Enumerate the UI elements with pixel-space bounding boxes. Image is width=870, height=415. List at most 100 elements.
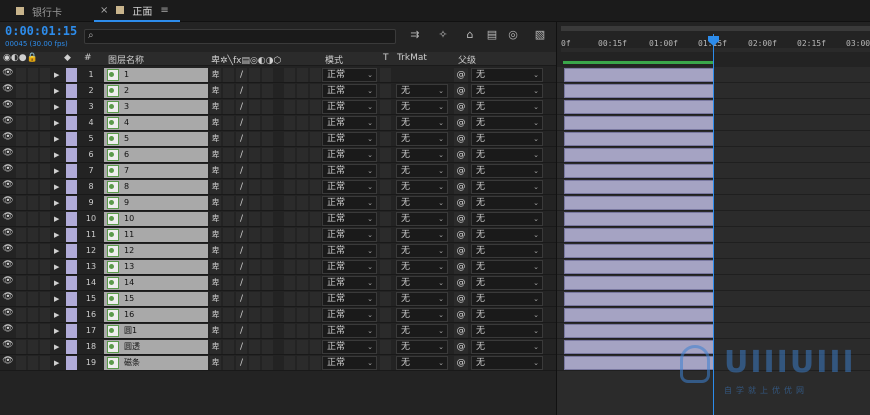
preserve-transparency[interactable] — [380, 164, 391, 178]
frame-blend-switch[interactable] — [262, 84, 273, 98]
eye-icon[interactable]: 👁 — [2, 340, 14, 354]
layer-name[interactable]: 5 — [104, 132, 208, 146]
pick-whip-icon[interactable]: @ — [454, 212, 468, 226]
parent-select[interactable]: 无 ⌄ — [471, 340, 543, 354]
layer-name[interactable]: 1 — [104, 68, 208, 82]
effects-switch[interactable] — [249, 68, 260, 82]
preserve-transparency[interactable] — [380, 356, 391, 370]
label-color[interactable] — [66, 228, 77, 242]
frame-blend-switch[interactable] — [262, 308, 273, 322]
quality-icon[interactable]: / — [236, 308, 247, 322]
preserve-transparency[interactable] — [380, 244, 391, 258]
preserve-transparency[interactable] — [380, 180, 391, 194]
preserve-transparency[interactable] — [380, 276, 391, 290]
pick-whip-icon[interactable]: @ — [454, 308, 468, 322]
effects-switch[interactable] — [249, 164, 260, 178]
tab-menu-icon[interactable]: ≡ — [160, 5, 168, 16]
solo-switch[interactable] — [28, 164, 38, 178]
pick-whip-icon[interactable]: @ — [454, 84, 468, 98]
effects-switch[interactable] — [249, 212, 260, 226]
layer-row[interactable]: 👁 ▶ 12 12 卑 / 正常 ⌄ 无 ⌄ @ 无 ⌄ — [0, 243, 557, 259]
lock-switch[interactable] — [40, 84, 50, 98]
preserve-transparency[interactable] — [380, 100, 391, 114]
collapse-switch[interactable] — [223, 260, 234, 274]
trkmat-select[interactable]: 无 ⌄ — [396, 116, 448, 130]
motion-blur-switch[interactable] — [284, 244, 295, 258]
motion-blur-switch[interactable] — [284, 324, 295, 338]
layer-duration-bar[interactable] — [564, 68, 714, 82]
solo-switch[interactable] — [28, 212, 38, 226]
layer-row[interactable]: 👁 ▶ 10 10 卑 / 正常 ⌄ 无 ⌄ @ 无 ⌄ — [0, 211, 557, 227]
effects-switch[interactable] — [249, 292, 260, 306]
lock-switch[interactable] — [40, 356, 50, 370]
collapse-switch[interactable] — [223, 116, 234, 130]
motion-blur-switch[interactable] — [284, 148, 295, 162]
trkmat-select[interactable]: 无 ⌄ — [396, 308, 448, 322]
quality-icon[interactable]: / — [236, 180, 247, 194]
collapse-switch[interactable] — [223, 212, 234, 226]
frame-blend-switch[interactable] — [262, 356, 273, 370]
effects-switch[interactable] — [249, 276, 260, 290]
quality-icon[interactable]: / — [236, 68, 247, 82]
lock-switch[interactable] — [40, 68, 50, 82]
adjustment-switch[interactable] — [297, 84, 308, 98]
solo-switch[interactable] — [28, 148, 38, 162]
layer-duration-bar[interactable] — [564, 100, 714, 114]
3d-switch[interactable] — [310, 228, 321, 242]
layer-name[interactable]: 11 — [104, 228, 208, 242]
expand-icon[interactable]: ▶ — [54, 308, 64, 322]
quality-icon[interactable]: / — [236, 292, 247, 306]
adjustment-switch[interactable] — [297, 164, 308, 178]
adjustment-switch[interactable] — [297, 132, 308, 146]
collapse-switch[interactable] — [223, 228, 234, 242]
adjustment-switch[interactable] — [297, 196, 308, 210]
label-color[interactable] — [66, 100, 77, 114]
solo-switch[interactable] — [28, 84, 38, 98]
frame-blend-switch[interactable] — [262, 116, 273, 130]
motion-blur-switch[interactable] — [284, 100, 295, 114]
lock-switch[interactable] — [40, 116, 50, 130]
3d-switch[interactable] — [310, 100, 321, 114]
search-input[interactable]: ⌕ — [84, 29, 396, 44]
3d-switch[interactable] — [310, 148, 321, 162]
3d-switch[interactable] — [310, 324, 321, 338]
layer-name[interactable]: 8 — [104, 180, 208, 194]
label-color[interactable] — [66, 180, 77, 194]
eye-icon[interactable]: 👁 — [2, 356, 14, 370]
solo-switch[interactable] — [28, 68, 38, 82]
layer-row[interactable]: 👁 ▶ 17 圆1 卑 / 正常 ⌄ 无 ⌄ @ 无 ⌄ — [0, 323, 557, 339]
motion-blur-switch[interactable] — [284, 260, 295, 274]
motion-blur-switch[interactable] — [284, 276, 295, 290]
layer-duration-bar[interactable] — [564, 116, 714, 130]
eye-icon[interactable]: 👁 — [2, 228, 14, 242]
motion-blur-switch[interactable] — [284, 196, 295, 210]
shy-icon[interactable]: 卑 — [210, 132, 221, 146]
audio-switch[interactable] — [16, 308, 26, 322]
parent-select[interactable]: 无 ⌄ — [471, 356, 543, 370]
motion-blur-icon[interactable]: ◎ — [506, 28, 520, 42]
3d-switch[interactable] — [310, 340, 321, 354]
pick-whip-icon[interactable]: @ — [454, 244, 468, 258]
pick-whip-icon[interactable]: @ — [454, 356, 468, 370]
current-time[interactable]: 0:00:01:15 — [5, 24, 77, 38]
parent-select[interactable]: 无 ⌄ — [471, 260, 543, 274]
frame-blend-switch[interactable] — [262, 324, 273, 338]
effects-switch[interactable] — [249, 324, 260, 338]
hide-shy-layers-icon[interactable]: ⌂ — [463, 28, 477, 42]
audio-switch[interactable] — [16, 68, 26, 82]
expand-icon[interactable]: ▶ — [54, 276, 64, 290]
collapse-switch[interactable] — [223, 68, 234, 82]
preserve-transparency[interactable] — [380, 196, 391, 210]
adjustment-switch[interactable] — [297, 340, 308, 354]
motion-blur-switch[interactable] — [284, 356, 295, 370]
eye-icon[interactable]: 👁 — [2, 196, 14, 210]
quality-icon[interactable]: / — [236, 356, 247, 370]
layer-duration-bar[interactable] — [564, 260, 714, 274]
quality-icon[interactable]: / — [236, 148, 247, 162]
trkmat-select[interactable]: 无 ⌄ — [396, 292, 448, 306]
draft-3d-icon[interactable]: ✧ — [436, 28, 450, 42]
preserve-transparency[interactable] — [380, 132, 391, 146]
pick-whip-icon[interactable]: @ — [454, 164, 468, 178]
collapse-switch[interactable] — [223, 356, 234, 370]
trkmat-select[interactable]: 无 ⌄ — [396, 276, 448, 290]
